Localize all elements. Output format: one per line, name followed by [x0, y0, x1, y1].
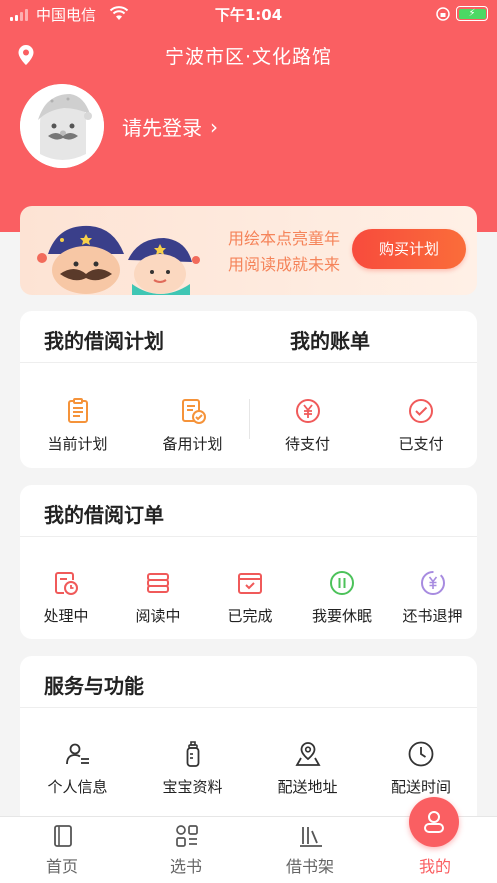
tab-mine-label: 我的	[418, 857, 451, 876]
user-icon	[424, 811, 444, 833]
clipboard-list-icon	[67, 398, 88, 423]
completed-label: 已完成	[227, 607, 273, 625]
paid-label: 已支付	[398, 435, 444, 453]
delivery-address-item[interactable]: 配送地址	[250, 740, 365, 797]
calendar-check-icon	[238, 573, 262, 594]
services-icon-row: 个人信息 宝宝资料 配送地址 配送时间	[20, 740, 477, 797]
person-list-icon	[65, 743, 89, 765]
book-stack-icon	[147, 573, 169, 593]
promo-banner[interactable]: 用绘本点亮童年 用阅读成就未来 购买计划	[20, 206, 477, 295]
paid-item[interactable]: 已支付	[365, 397, 477, 454]
processing-item[interactable]: 处理中	[20, 569, 112, 626]
login-label: 请先登录	[122, 116, 202, 140]
services-card-header: 服务与功能	[20, 656, 477, 708]
borrow-orders-card: 我的借阅订单 处理中 阅读中 已完成 我要休眠 还书退押	[20, 485, 477, 639]
backup-plan-label: 备用计划	[162, 435, 223, 453]
baby-profile-label: 宝宝资料	[162, 778, 223, 796]
personal-info-item[interactable]: 个人信息	[20, 740, 135, 797]
avatar[interactable]	[20, 84, 104, 168]
pending-payment-label: 待支付	[284, 435, 330, 453]
kids-illustration-icon	[37, 225, 200, 295]
hibernate-label: 我要休眠	[311, 607, 372, 625]
personal-info-label: 个人信息	[47, 778, 108, 796]
login-prompt[interactable]: 请先登录 ›	[122, 112, 218, 141]
tab-bookshelf-label: 借书架	[285, 857, 334, 876]
clock-icon	[408, 741, 434, 767]
slogan-line-1: 用绘本点亮童年	[228, 229, 341, 248]
default-avatar-icon	[20, 84, 104, 168]
delivery-time-item[interactable]: 配送时间	[365, 740, 477, 797]
delivery-address-label: 配送地址	[277, 778, 338, 796]
battery-icon: ⚡	[456, 6, 488, 21]
chevron-right-icon: ›	[210, 114, 218, 139]
library-location[interactable]: 宁波市区·文化路馆	[0, 42, 497, 69]
book-icon	[54, 825, 72, 847]
my-bill-title[interactable]: 我的账单	[290, 325, 370, 354]
delivery-time-label: 配送时间	[390, 778, 451, 796]
processing-label: 处理中	[43, 607, 89, 625]
grid-list-icon	[176, 825, 198, 847]
tab-mine-fab[interactable]	[409, 797, 459, 847]
orders-card-header: 我的借阅订单	[20, 485, 477, 537]
return-deposit-item[interactable]: 还书退押	[388, 569, 477, 626]
plan-icon-row: 当前计划 备用计划 待支付 已支付	[20, 397, 477, 454]
tab-select-books-label: 选书	[169, 857, 202, 876]
backup-plan-item[interactable]: 备用计划	[135, 397, 250, 454]
banner-slogan: 用绘本点亮童年 用阅读成就未来	[228, 226, 340, 278]
tab-select-books[interactable]: 选书	[124, 817, 248, 883]
slogan-line-2: 用阅读成就未来	[228, 255, 341, 274]
plan-bill-card: 我的借阅计划 我的账单 当前计划 备用计划 待支付 已支付	[20, 311, 477, 468]
pending-payment-item[interactable]: 待支付	[250, 397, 365, 454]
bookshelf-icon	[300, 827, 322, 847]
services-title: 服务与功能	[44, 674, 144, 698]
services-card: 服务与功能 个人信息 宝宝资料 配送地址 配送时间	[20, 656, 477, 826]
baby-profile-item[interactable]: 宝宝资料	[135, 740, 250, 797]
reading-label: 阅读中	[135, 607, 181, 625]
doc-clock-icon	[55, 572, 78, 595]
rotation-lock-icon	[436, 7, 450, 21]
clock-time: 下午1:04	[214, 6, 283, 24]
tab-home[interactable]: 首页	[0, 817, 124, 883]
hibernate-item[interactable]: 我要休眠	[296, 569, 388, 626]
pause-circle-icon	[330, 571, 354, 595]
status-bar: 中国电信 下午1:04 ⚡	[0, 0, 497, 28]
return-deposit-label: 还书退押	[402, 607, 463, 625]
borrow-plan-title[interactable]: 我的借阅计划	[44, 325, 164, 354]
borrow-orders-title[interactable]: 我的借阅订单	[44, 499, 164, 528]
baby-bottle-icon	[186, 741, 199, 767]
tab-home-label: 首页	[45, 857, 78, 876]
tab-bookshelf[interactable]: 借书架	[248, 817, 372, 883]
current-plan-item[interactable]: 当前计划	[20, 397, 135, 454]
map-pin-icon	[294, 742, 321, 766]
yen-refund-icon	[420, 571, 445, 595]
clipboard-check-icon	[181, 399, 206, 424]
yen-circle-icon	[295, 399, 320, 423]
check-circle-icon	[409, 399, 433, 423]
reading-item[interactable]: 阅读中	[112, 569, 204, 626]
current-plan-label: 当前计划	[47, 435, 108, 453]
orders-icon-row: 处理中 阅读中 已完成 我要休眠 还书退押	[20, 569, 477, 626]
plan-card-header: 我的借阅计划 我的账单	[20, 311, 477, 363]
completed-item[interactable]: 已完成	[204, 569, 296, 626]
buy-plan-button[interactable]: 购买计划	[352, 229, 466, 269]
